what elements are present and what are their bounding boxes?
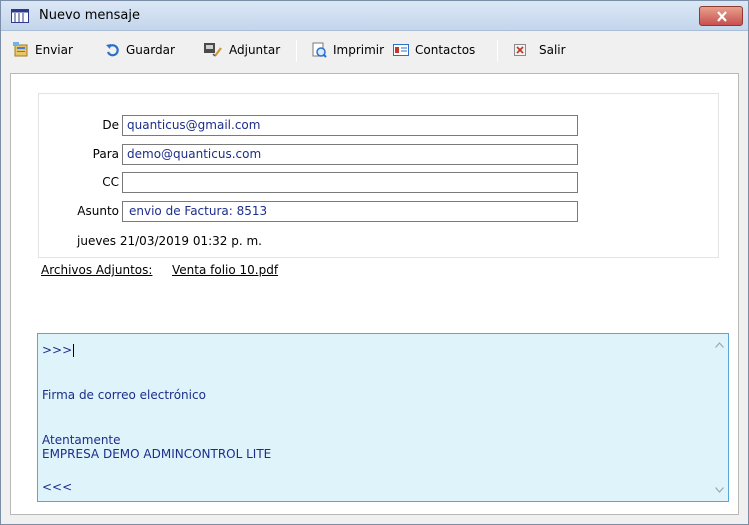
- text-caret: [73, 344, 75, 357]
- window-title: Nuevo mensaje: [39, 8, 140, 23]
- save-label: Guardar: [126, 43, 175, 57]
- from-label: De: [102, 118, 119, 132]
- attachments-label: Archivos Adjuntos:: [41, 263, 153, 277]
- print-label: Imprimir: [333, 43, 385, 57]
- save-button[interactable]: Guardar: [104, 38, 175, 62]
- contacts-button[interactable]: Contactos: [393, 38, 475, 62]
- save-icon: [106, 44, 119, 57]
- send-label: Enviar: [35, 43, 73, 57]
- closing-text: Atentamente: [42, 433, 121, 447]
- toolbar-separator: [296, 40, 297, 62]
- from-field[interactable]: quanticus@gmail.com: [122, 115, 578, 136]
- print-icon: [312, 42, 327, 58]
- header-panel: De quanticus@gmail.com Para demo@quantic…: [38, 93, 719, 258]
- to-field[interactable]: demo@quanticus.com: [122, 144, 578, 165]
- cc-field[interactable]: [122, 172, 578, 193]
- subject-field[interactable]: envio de Factura: 8513: [122, 201, 578, 222]
- exit-button[interactable]: Salir: [513, 38, 566, 62]
- title-bar[interactable]: Nuevo mensaje: [1, 1, 748, 31]
- contacts-label: Contactos: [415, 43, 476, 57]
- end-marker: <<<: [42, 480, 73, 494]
- scroll-up-icon[interactable]: [715, 342, 724, 348]
- exit-label: Salir: [539, 43, 566, 57]
- contacts-icon: [393, 44, 409, 56]
- close-button[interactable]: [699, 6, 743, 26]
- to-label: Para: [92, 147, 119, 161]
- attach-label: Adjuntar: [229, 43, 281, 57]
- attach-button[interactable]: Adjuntar: [203, 38, 280, 62]
- toolbar: Enviar Guardar Adjuntar Imprimir Contact…: [1, 32, 748, 68]
- message-body-editor[interactable]: >>> Firma de correo electrónico Atentame…: [37, 333, 729, 502]
- attach-icon: [204, 43, 222, 57]
- message-content: De quanticus@gmail.com Para demo@quantic…: [10, 73, 739, 515]
- cc-label: CC: [102, 175, 119, 189]
- attachment-link[interactable]: Venta folio 10.pdf: [172, 263, 278, 277]
- company-name: EMPRESA DEMO ADMINCONTROL LITE: [42, 447, 272, 461]
- window-icon: [11, 9, 29, 23]
- message-window: Nuevo mensaje Enviar Guardar Adjuntar Im…: [0, 0, 749, 525]
- vertical-scrollbar[interactable]: [711, 334, 728, 501]
- subject-label: Asunto: [77, 204, 119, 218]
- send-icon: [13, 42, 28, 57]
- print-button[interactable]: Imprimir: [311, 38, 384, 62]
- send-button[interactable]: Enviar: [13, 38, 73, 62]
- signature-title: Firma de correo electrónico: [42, 388, 206, 402]
- exit-icon: [514, 44, 526, 56]
- message-date: jueves 21/03/2019 01:32 p. m.: [77, 234, 262, 248]
- close-icon: [717, 11, 727, 22]
- scroll-down-icon[interactable]: [715, 487, 724, 493]
- body-line-prompt: >>>: [42, 343, 75, 357]
- toolbar-separator: [497, 40, 498, 62]
